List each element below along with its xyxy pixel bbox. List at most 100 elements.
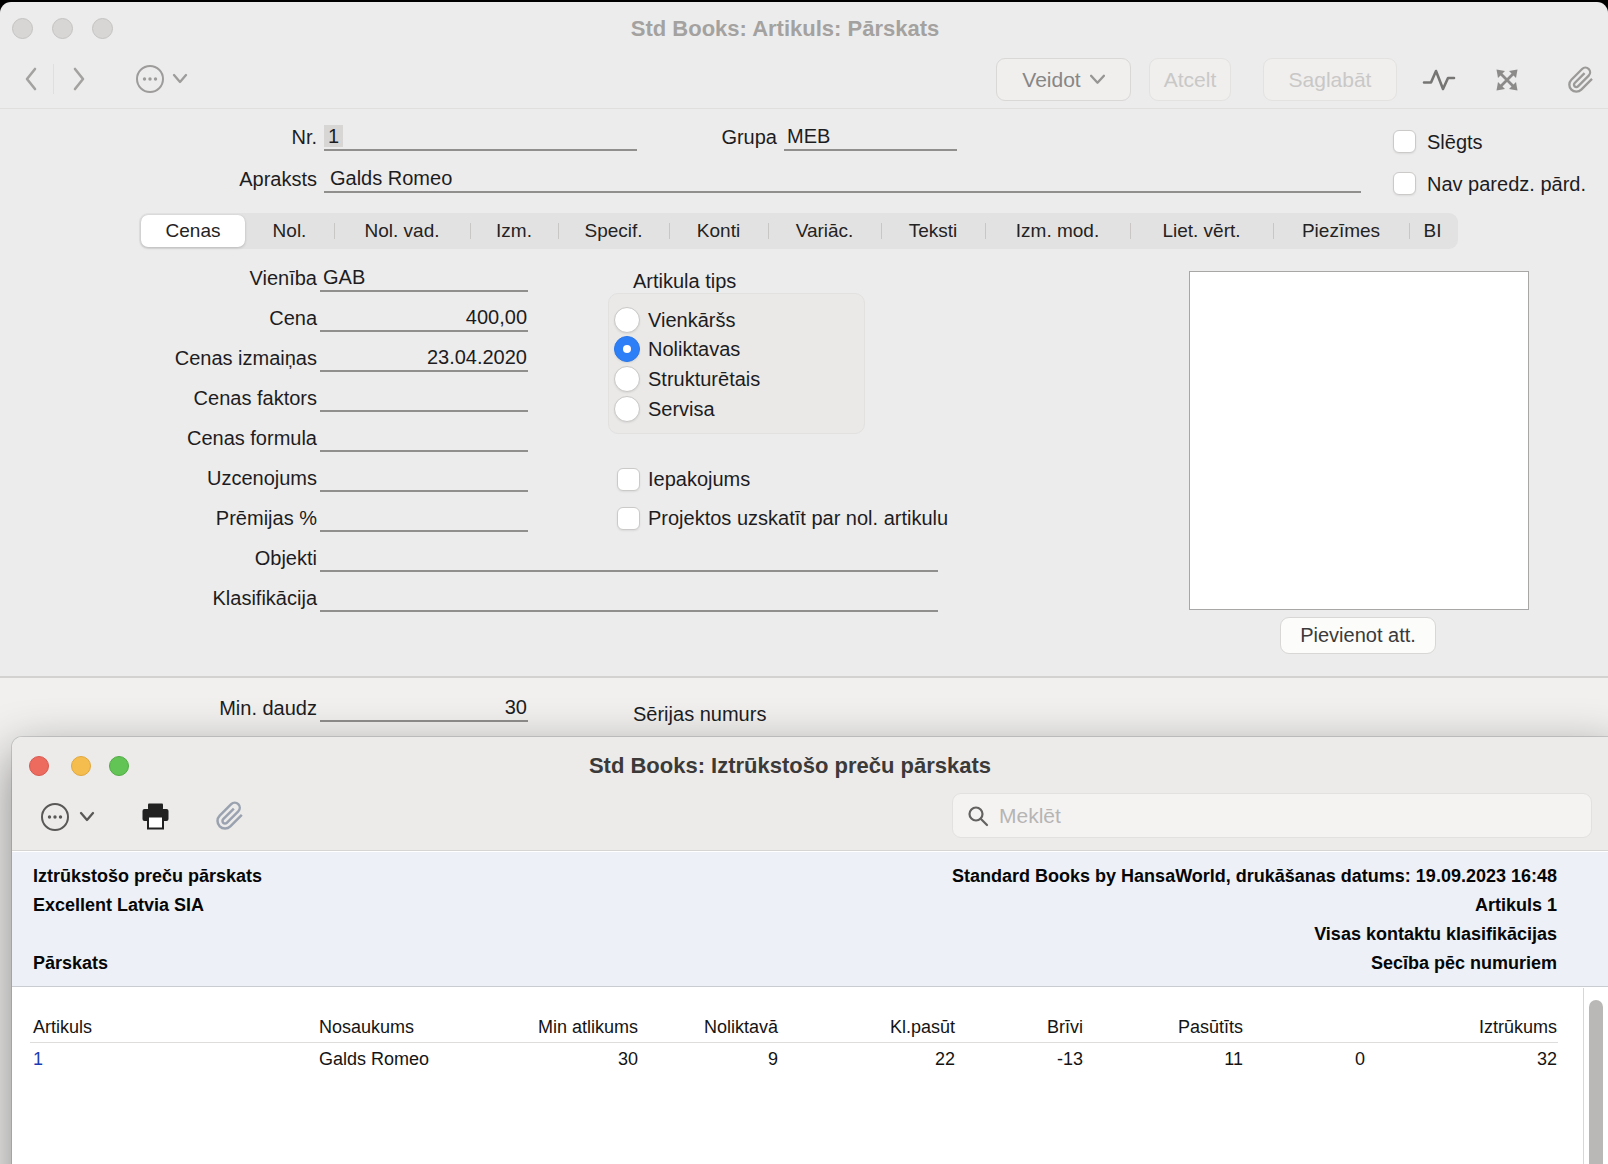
report-meta-line-2: Artikuls 1 — [1475, 894, 1557, 916]
row-min-atlikums: 30 — [618, 1048, 638, 1070]
search-input[interactable] — [952, 793, 1592, 838]
min-daudz-label: Min. daudz — [87, 695, 317, 721]
pievienot-att-button[interactable]: Pievienot att. — [1280, 617, 1436, 654]
apraksts-input[interactable]: Galds Romeo — [324, 166, 1361, 193]
paperclip-icon[interactable] — [215, 798, 245, 834]
vieniba-value: GAB — [323, 264, 365, 290]
min-daudz-value: 30 — [505, 694, 527, 720]
nav-paredz-label: Nav paredz. pārd. — [1427, 171, 1586, 197]
forward-button[interactable] — [69, 64, 89, 94]
report-parskats-line: Pārskats — [33, 952, 108, 974]
nav-paredz-checkbox[interactable] — [1393, 172, 1416, 195]
col-min-atlikums: Min atlikums — [538, 1016, 638, 1038]
apraksts-label: Apraksts — [87, 166, 317, 192]
vieniba-input[interactable]: GAB — [320, 265, 528, 292]
slegts-checkbox[interactable] — [1393, 130, 1416, 153]
uzcenojums-label: Uzcenojums — [87, 465, 317, 491]
cenas-izmainas-value: 23.04.2020 — [427, 344, 527, 370]
row-pasutits: 11 — [1224, 1048, 1243, 1070]
cenas-faktors-input[interactable] — [320, 385, 528, 412]
toolbar-bottom-line — [0, 108, 1608, 109]
col-brivi: Brīvi — [1047, 1016, 1083, 1038]
expand-icon[interactable] — [1492, 65, 1522, 95]
report-window-title: Std Books: Iztrūkstošo preču pārskats — [12, 752, 1568, 780]
tab-cenas[interactable]: Cenas — [141, 215, 245, 247]
radio-noliktavas-label: Noliktavas — [648, 336, 740, 362]
report-meta-line-4: Secība pēc numuriem — [1371, 952, 1557, 974]
row-noliktava: 9 — [768, 1048, 778, 1070]
scrollbar-border — [1583, 988, 1584, 1164]
veidot-button[interactable]: Veidot — [996, 58, 1131, 101]
cenas-faktors-label: Cenas faktors — [87, 385, 317, 411]
grupa-input[interactable]: MEB — [784, 124, 957, 151]
nr-label: Nr. — [87, 124, 317, 150]
tab-nol[interactable]: Nol. — [245, 215, 334, 247]
col-iztrukums: Iztrūkums — [1479, 1016, 1557, 1038]
tab-teksti[interactable]: Teksti — [881, 215, 985, 247]
radio-strukturetais[interactable] — [614, 366, 640, 392]
scrollbar-thumb[interactable] — [1589, 1000, 1603, 1164]
iepakojums-label: Iepakojums — [648, 466, 750, 492]
radio-noliktavas[interactable] — [614, 336, 640, 362]
vieniba-label: Vienība — [87, 265, 317, 291]
tab-variac[interactable]: Variāc. — [768, 215, 881, 247]
report-title-line: Iztrūkstošo preču pārskats — [33, 865, 262, 887]
apraksts-value: Galds Romeo — [330, 165, 452, 191]
col-artikuls: Artikuls — [33, 1016, 92, 1038]
operations-menu-chevron-icon[interactable] — [79, 811, 95, 823]
iepakojums-checkbox[interactable] — [617, 468, 640, 491]
min-daudz-input[interactable]: 30 — [320, 695, 528, 722]
report-window: Std Books: Iztrūkstošo preču pārskats Iz… — [12, 737, 1608, 1164]
cena-input[interactable]: 400,00 — [320, 305, 528, 332]
operations-menu-icon[interactable] — [40, 802, 70, 832]
cena-value: 400,00 — [466, 304, 527, 330]
tab-bi[interactable]: BI — [1409, 215, 1456, 247]
cenas-izmainas-label: Cenas izmaiņas — [87, 345, 317, 371]
table-header-rule — [30, 1042, 1558, 1043]
radio-servisa[interactable] — [614, 396, 640, 422]
slegts-label: Slēgts — [1427, 129, 1483, 155]
artikula-tips-group — [608, 293, 865, 434]
report-company-line: Excellent Latvia SIA — [33, 894, 204, 916]
radio-strukturetais-label: Strukturētais — [648, 366, 760, 392]
col-kl-pasut: Kl.pasūt — [890, 1016, 955, 1038]
premijas-input[interactable] — [320, 505, 528, 532]
cenas-izmainas-input[interactable]: 23.04.2020 — [320, 345, 528, 372]
tab-nol-vad[interactable]: Nol. vad. — [334, 215, 470, 247]
tab-izm[interactable]: Izm. — [470, 215, 558, 247]
tab-piezimes[interactable]: Piezīmes — [1273, 215, 1409, 247]
tab-izm-mod[interactable]: Izm. mod. — [985, 215, 1130, 247]
window-title: Std Books: Artikuls: Pārskats — [0, 15, 1570, 43]
toolbar-separator — [53, 64, 54, 94]
klasifikacija-label: Klasifikācija — [87, 585, 317, 611]
report-meta-line-3: Visas kontaktu klasifikācijas — [1314, 923, 1557, 945]
objekti-input[interactable] — [320, 545, 938, 572]
activity-icon[interactable] — [1422, 65, 1456, 95]
saglabat-button: Saglabāt — [1263, 58, 1397, 101]
radio-vienkars-label: Vienkāršs — [648, 307, 735, 333]
print-icon[interactable] — [140, 801, 171, 832]
tab-specif[interactable]: Specif. — [558, 215, 669, 247]
row-artikuls-link[interactable]: 1 — [33, 1048, 43, 1070]
cenas-formula-input[interactable] — [320, 425, 528, 452]
row-brivi: -13 — [1057, 1048, 1083, 1070]
projektos-checkbox[interactable] — [617, 507, 640, 530]
premijas-label: Prēmijas % — [87, 505, 317, 531]
row-iztrukums: 32 — [1537, 1048, 1557, 1070]
back-button[interactable] — [21, 64, 41, 94]
tab-liet-vert[interactable]: Liet. vērt. — [1130, 215, 1273, 247]
uzcenojums-input[interactable] — [320, 465, 528, 492]
radio-vienkars[interactable] — [614, 307, 640, 333]
paperclip-icon[interactable] — [1567, 63, 1595, 97]
tab-konti[interactable]: Konti — [669, 215, 768, 247]
klasifikacija-input[interactable] — [320, 585, 938, 612]
operations-menu-chevron-icon[interactable] — [172, 73, 188, 85]
search-icon — [966, 804, 990, 828]
search-field[interactable] — [952, 793, 1592, 838]
cenas-formula-label: Cenas formula — [87, 425, 317, 451]
atcelt-button: Atcelt — [1149, 58, 1231, 101]
report-meta-line-1: Standard Books by HansaWorld, drukāšanas… — [952, 865, 1557, 887]
col-pasutits: Pasūtīts — [1178, 1016, 1243, 1038]
radio-servisa-label: Servisa — [648, 396, 715, 422]
operations-menu-icon[interactable] — [135, 64, 165, 94]
